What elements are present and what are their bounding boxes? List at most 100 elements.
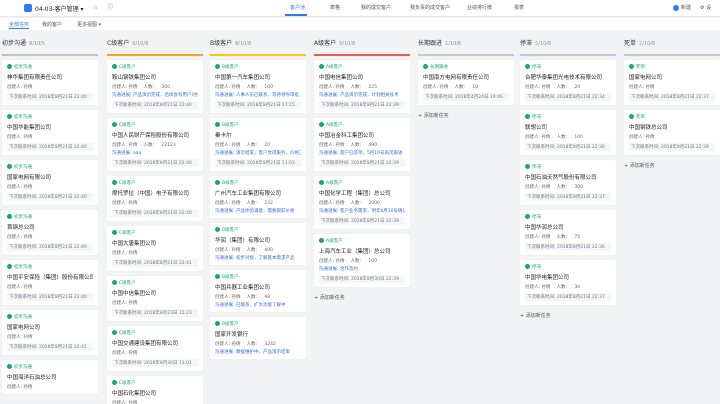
- people-label: 人数:: [246, 143, 259, 148]
- customer-name: 上海汽车工业（集团）总公司: [319, 249, 391, 255]
- stage-dot-icon: [629, 114, 634, 119]
- customer-card[interactable]: 长期跟进 中国南方电网有限责任公司 创建人: 孙倩 人数: 10 下次联系时间: 201…: [418, 60, 514, 105]
- people-value: 490: [368, 143, 377, 148]
- next-contact: 下次联系时间: 2018年8月21日 22:40: [112, 159, 198, 167]
- customer-card[interactable]: 初步沟通 国家电网有限公司 创建人: 孙倩 下次联系时间: 2018年8月21日 22…: [2, 160, 98, 205]
- tab-all-tasks[interactable]: 全部任务: [9, 21, 29, 28]
- customer-card[interactable]: 初步沟通 首钢总公司 创建人: 孙倩 下次联系时间: 2018年8月21日 22:40: [2, 210, 98, 255]
- customer-card[interactable]: A级客户 中国化学工程（集团）总公司 创建人: 孙倩 人数: 2000 沟通进展: 客户…: [314, 176, 410, 229]
- customer-card[interactable]: C级客户 鞍山钢铁集团公司 创建人: 孙倩 人数: 300 沟通进展: 产品演示完成，后…: [107, 60, 203, 113]
- star-icon[interactable]: ☆: [93, 4, 98, 12]
- customer-card[interactable]: 初步沟通 国家电网公司 创建人: 孙倩 下次联系时间: 2018年8月21日 22:4…: [2, 310, 98, 355]
- stage-label: 初步沟通: [14, 315, 32, 320]
- customer-card[interactable]: 死单 中国钢铁总公司 创建人: 孙倩 下次联系时间: 2018年8月21日 22:39: [624, 110, 720, 155]
- nav-reports[interactable]: 报表: [514, 4, 524, 11]
- stage-label: 初步沟通: [14, 115, 32, 120]
- add-task-button[interactable]: + 添加新任务: [624, 160, 720, 171]
- creator-label: 创建人: 孙倩: [112, 201, 138, 206]
- customer-card[interactable]: B级客户 中国兵器工业集团公司 创建人: 孙倩 人数: 98 沟通进展: 已联系，扩大功…: [210, 270, 306, 312]
- customer-card[interactable]: A级客户 上海汽车工业（集团）总公司 创建人: 孙倩 人数: 100 沟通进展: 合作签…: [314, 234, 410, 287]
- customer-name: 中国电信集团公司: [319, 75, 364, 81]
- add-task-button[interactable]: + 添加新任务: [520, 310, 616, 321]
- stage-tag: 停滞: [525, 214, 611, 221]
- customer-card[interactable]: 初步沟通 中国海洋石油总公司 创建人: 孙倩: [2, 360, 98, 394]
- kanban-column: 死单 2/10/8 死单 国家电网公司 创建人: 孙倩 下次联系时间: 2018年8月21…: [624, 38, 720, 404]
- next-contact-time: 2018年8月21日 22:39: [660, 145, 709, 150]
- progress-note: 沟通进展: 合作签约: [319, 267, 358, 272]
- people-count: 人数: 100: [556, 135, 583, 140]
- tab-my-customers[interactable]: 我的客户: [42, 21, 62, 28]
- customer-card[interactable]: C级客户 中国中信集团公司 创建人: 孙倩 下次联系时间: 2018年8月23日 15…: [107, 276, 203, 321]
- nav-active-indicator: [285, 14, 307, 16]
- customer-card[interactable]: C级客户 中国大唐集团公司 创建人: 孙倩 下次联系时间: 2018年8月21日 22…: [107, 226, 203, 271]
- customer-card[interactable]: B级客户 华润（集团）有限公司 创建人: 孙倩 人数: 400 沟通进展: 初步对接，了…: [210, 223, 306, 265]
- settings-button[interactable]: ⚙ 设: [700, 4, 711, 11]
- next-contact: 下次联系时间: 2018年8月21日 22:34: [525, 93, 611, 101]
- customer-card[interactable]: 停滞 联想公司 创建人: 孙倩 人数: 100 下次联系时间: 2018年8月21日 2…: [520, 110, 616, 155]
- customer-card[interactable]: 停滞 中国华电集团公司 创建人: 孙倩 人数: 30 下次联系时间: 2018年8月21…: [520, 260, 616, 305]
- column-header[interactable]: A级客户 5/10/8: [314, 38, 410, 54]
- customer-card[interactable]: C级客户 中国人民财产保险股份有限公司 创建人: 孙倩 人数: 22123 沟通进展: …: [107, 118, 203, 171]
- stage-label: C级客户: [119, 331, 136, 336]
- next-contact-label: 下次联系时间:: [321, 219, 351, 224]
- people-count: 人数: 100: [246, 85, 273, 90]
- people-label: 人数:: [556, 85, 569, 90]
- customer-card[interactable]: B级客户 中国第一汽车集团公司 创建人: 孙倩 人数: 100 沟通进展: 人事人员已联…: [210, 60, 306, 113]
- customer-card[interactable]: 初步沟通 神华集团有限责任公司 创建人: 孙倩 下次联系时间: 2018年8月21日 …: [2, 60, 98, 105]
- nav-my-deals[interactable]: 我的成交客户: [361, 4, 391, 11]
- stage-dot-icon: [525, 214, 530, 219]
- stage-tag: B级客户: [215, 64, 301, 71]
- kanban-column: B级客户 8/10/8 B级客户 中国第一汽车集团公司 创建人: 孙倩 人数: 100 沟通…: [210, 38, 306, 404]
- customer-card[interactable]: B级客户 国家开发银行 创建人: 孙倩 人数: 3242 沟通进展: 数据维护中，产品演…: [210, 317, 306, 359]
- nav-table[interactable]: 表格: [330, 4, 340, 11]
- customer-card[interactable]: B级客户 秦卡尔 创建人: 孙倩 人数: 20 沟通进展: 演示结束，客户觉得服务，价格…: [210, 118, 306, 171]
- column-header[interactable]: 初步沟通 9/10/5: [2, 38, 98, 54]
- next-contact-time: 2018年8月21日 22:40: [38, 145, 87, 150]
- add-task-button[interactable]: + 添加新任务: [314, 292, 410, 303]
- nav-customer-pool[interactable]: 客户池: [290, 4, 305, 11]
- nav-responsible-deals[interactable]: 我负责的成交客户: [410, 4, 450, 11]
- customer-card[interactable]: A级客户 中国电信集团公司 创建人: 孙倩 人数: 225 沟通进展: 产品演示完成，计…: [314, 60, 410, 113]
- people-value: 100: [574, 135, 583, 140]
- customer-card[interactable]: 初步沟通 中国平安保险（集团）股份有限公司 创建人: 孙倩 下次联系时间: 2018年…: [2, 260, 98, 305]
- top-bar: 04-03-客户管理 ▾ ☆ ⓘ 客户池 表格 我的成交客户 我负责的成交客户 …: [0, 0, 720, 17]
- customer-card[interactable]: 死单 国家电网公司 创建人: 孙倩 下次联系时间: 2018年8月21日 22:37: [624, 60, 720, 105]
- creator-label: 创建人: 孙倩: [215, 85, 241, 90]
- card-meta: 创建人: 孙倩: [7, 84, 93, 90]
- card-meta: 创建人: 孙倩: [7, 384, 93, 390]
- next-contact-label: 下次联系时间:: [9, 195, 39, 200]
- column-header[interactable]: 停滞 5/10/8: [520, 38, 616, 54]
- kanban-column: C级客户 6/10/8 C级客户 鞍山钢铁集团公司 创建人: 孙倩 人数: 300 沟通进展…: [107, 38, 203, 404]
- stage-tag: C级客户: [112, 330, 198, 337]
- column-header[interactable]: B级客户 8/10/8: [210, 38, 306, 54]
- people-label: 人数:: [246, 295, 259, 300]
- stage-dot-icon: [215, 321, 220, 326]
- customer-card[interactable]: 初步沟通 中国华能集团公司 创建人: 孙倩 下次联系时间: 2018年8月21日 22…: [2, 110, 98, 155]
- next-contact-time: 2018年8月21日 22:40: [38, 195, 87, 200]
- customer-card[interactable]: C级客户 中国石化集团公司 创建人: 孙倩: [107, 376, 203, 404]
- column-header[interactable]: 长期跟进 1/10/8: [418, 38, 514, 54]
- customer-card[interactable]: 停滞 中国石油天然气股份有限公司 创建人: 孙倩 人数: 300 下次联系时间: 201…: [520, 160, 616, 205]
- customer-card[interactable]: C级客户 中国交通建设集团有限公司 创建人: 孙倩 下次联系时间: 2018年8月30…: [107, 326, 203, 371]
- column-header[interactable]: 死单 2/10/8: [624, 38, 720, 54]
- stage-dot-icon: [525, 164, 530, 169]
- customer-name: 中国钢铁总公司: [629, 125, 668, 131]
- info-icon[interactable]: ⓘ: [107, 4, 113, 12]
- column-header[interactable]: C级客户 6/10/8: [107, 38, 203, 54]
- card-meta: 创建人: 孙倩: [112, 200, 198, 206]
- next-contact: 下次联系时间: 2018年8月30日 22:39: [319, 275, 405, 283]
- customer-card[interactable]: 停滞 合肥华泰集团光电技术有限公司 创建人: 孙倩 人数: 20 下次联系时间: 201…: [520, 60, 616, 105]
- customer-card[interactable]: 停滞 中国华润总公司 创建人: 孙倩 人数: 75 下次联系时间: 2018年8月21日…: [520, 210, 616, 255]
- app-title[interactable]: 04-03-客户管理 ▾: [35, 4, 84, 13]
- new-button[interactable]: 新建: [673, 4, 691, 11]
- customer-card[interactable]: B级客户 广州汽车工业集团有限公司 创建人: 孙倩 人数: 232 沟通进展: 产品体验…: [210, 176, 306, 218]
- people-value: 300: [161, 85, 170, 90]
- customer-card[interactable]: A级客户 中国冶金科工集团公司 创建人: 孙倩 人数: 490 沟通进展: 客户已签单，…: [314, 118, 410, 171]
- customer-card[interactable]: C级客户 摩托罗拉（中国）电子有限公司 创建人: 孙倩 下次联系时间: 2018年8月…: [107, 176, 203, 221]
- creator-label: 创建人: 孙倩: [319, 143, 345, 148]
- tab-more-views[interactable]: 更多视图 ▾: [77, 21, 101, 28]
- stage-label: B级客户: [222, 123, 239, 128]
- nav-leaderboard[interactable]: 业绩排行榜: [467, 4, 492, 11]
- add-task-button[interactable]: + 添加新任务: [418, 110, 514, 121]
- creator-label: 创建人: 孙倩: [7, 335, 33, 340]
